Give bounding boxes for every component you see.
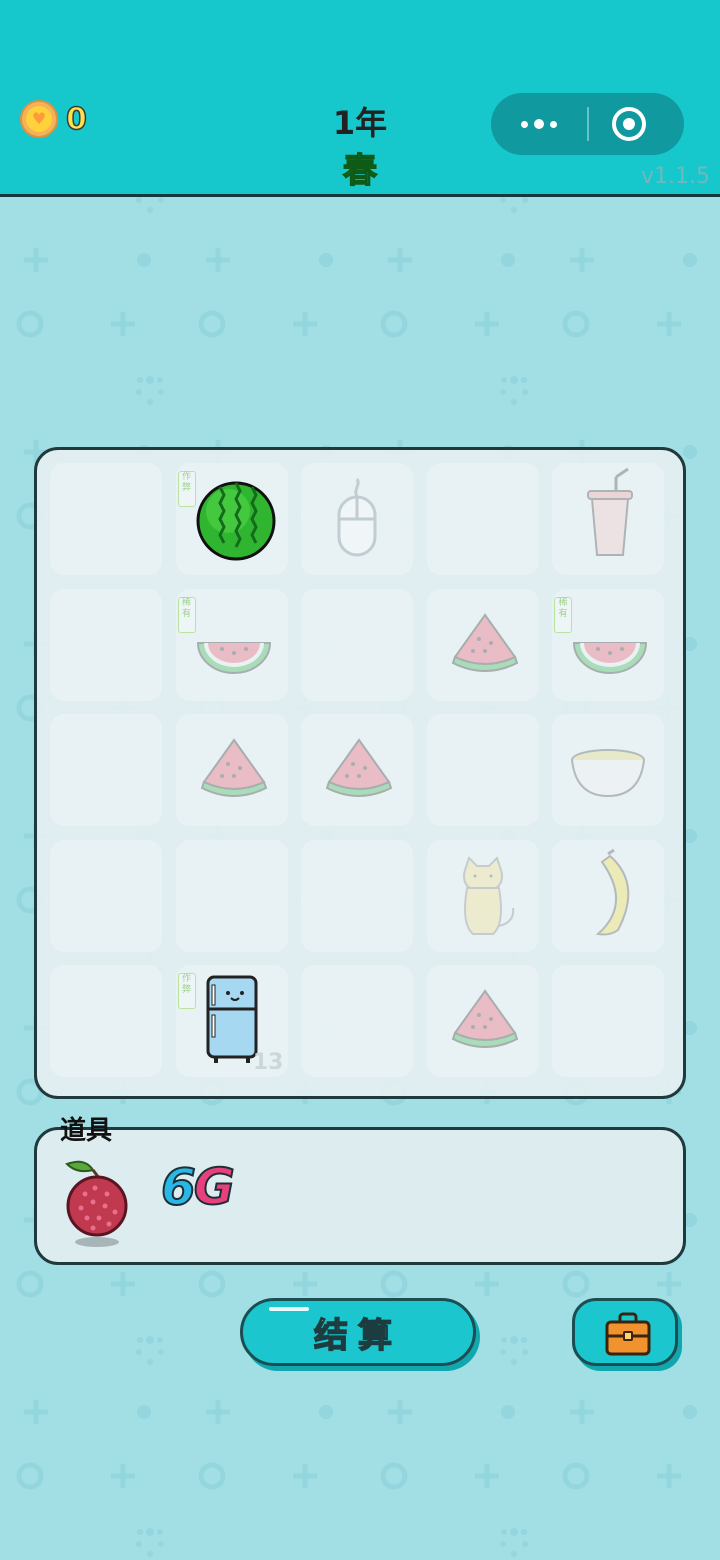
mini-program-capsule [491,93,684,155]
board-cell[interactable]: 稀有 [175,588,288,701]
board-cell[interactable] [301,463,413,575]
cell-tag: 稀有 [177,596,196,633]
board-cell[interactable] [50,463,162,575]
cell-tag: 作弊 [177,471,196,507]
board-cell[interactable] [175,839,288,952]
bag-button[interactable] [572,1298,678,1366]
settle-button[interactable]: 结算 [240,1298,476,1366]
board-cell[interactable] [50,839,162,952]
watermelon-wedge-icon [427,965,539,1077]
bowl-icon [552,714,664,826]
lychee-icon[interactable] [63,1156,131,1250]
close-target-icon[interactable] [612,107,646,141]
watermelon-wedge-icon [427,589,539,701]
banana-icon [552,840,664,952]
tools-label: 道具 [60,1116,113,1146]
board-cell[interactable] [301,588,413,701]
board-cell[interactable]: 作弊 13 [175,965,288,1077]
board-cell[interactable] [50,588,162,701]
cell-tag: 作弊 [177,973,196,1009]
board-cell[interactable] [426,714,539,826]
board-cell[interactable] [552,839,664,952]
game-board: 作弊 稀有 稀有 作弊 13 [34,447,686,1099]
board-cell[interactable] [301,714,413,826]
board-cell[interactable] [426,588,539,701]
cell-tag: 稀有 [554,596,572,633]
cat-icon [427,840,539,952]
board-cell[interactable] [50,714,162,826]
board-cell[interactable] [552,463,664,575]
settle-button-label: 结算 [313,1315,402,1357]
board-cell[interactable] [426,965,539,1077]
board-cell[interactable] [426,839,539,952]
board-cell[interactable] [301,839,413,952]
board-cell[interactable] [50,965,162,1077]
watermelon-wedge-icon [301,714,413,826]
board-cell[interactable] [426,463,539,575]
briefcase-icon [605,1312,651,1356]
6g-logo: 6G [160,1157,236,1217]
more-menu-icon[interactable] [491,93,587,155]
tools-panel: 6G [34,1127,686,1265]
board-cell[interactable]: 稀有 [552,588,664,701]
top-divider [0,194,720,197]
board-cell[interactable] [301,965,413,1077]
cell-count: 13 [252,1050,284,1075]
board-cell[interactable] [175,714,288,826]
capsule-divider [587,107,589,141]
drink-cup-icon [552,463,664,575]
watermelon-wedge-icon [176,714,288,826]
mouse-icon [301,463,413,575]
board-cell[interactable] [552,714,664,826]
board-cell[interactable] [552,965,664,1077]
version-label: v1.1.5 [641,164,710,189]
board-cell[interactable]: 作弊 [175,463,288,575]
